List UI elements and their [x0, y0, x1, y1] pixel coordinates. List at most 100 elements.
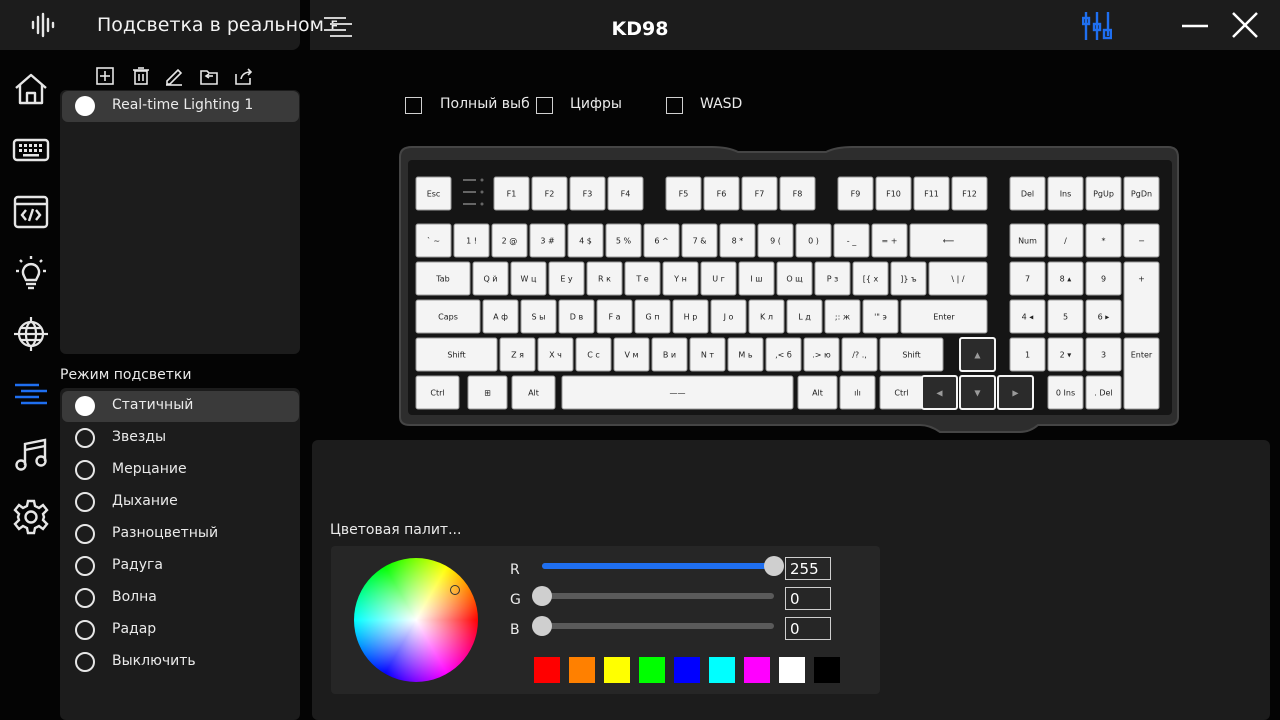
- minimize-button[interactable]: [1180, 14, 1210, 38]
- keyboard-key-label: 4 $: [579, 237, 592, 246]
- keyboard-key-label: 4 ◂: [1022, 313, 1034, 322]
- red-label: R: [510, 562, 520, 578]
- keyboard-layout: Esc F1 F2 F3 F4 F5 F6 F7 F8 F9 F10 F11 F12 Del Ins PgUp…: [399, 146, 1179, 433]
- mode-radio[interactable]: [75, 620, 95, 640]
- color-wheel[interactable]: [354, 558, 478, 682]
- mode-radio[interactable]: [75, 460, 95, 480]
- mode-option-breathing[interactable]: Дыхание: [62, 487, 299, 518]
- mode-radio[interactable]: [75, 524, 95, 544]
- blue-value-input[interactable]: 0: [785, 617, 831, 640]
- keyboard-key-label: '" э: [874, 313, 887, 322]
- keyboard-key-label: Y н: [673, 275, 687, 284]
- lighting-icon[interactable]: [12, 254, 50, 292]
- mode-label: Статичный: [112, 397, 194, 413]
- mode-radio[interactable]: [75, 396, 95, 416]
- color-swatch[interactable]: [604, 657, 630, 683]
- mode-option-stars[interactable]: Звезды: [62, 423, 299, 454]
- page-title: Подсветка в реальном вр...: [97, 14, 337, 36]
- keyboard-key-label: 0 ): [808, 237, 819, 246]
- wasd-checkbox[interactable]: [666, 97, 683, 114]
- mode-radio[interactable]: [75, 588, 95, 608]
- globe-icon[interactable]: [12, 315, 50, 353]
- keyboard-key-label: S ы: [532, 313, 546, 322]
- mode-radio[interactable]: [75, 556, 95, 576]
- keyboard-key-label: ▶: [1012, 389, 1019, 398]
- wasd-label: WASD: [700, 96, 743, 112]
- close-button[interactable]: [1230, 10, 1260, 40]
- mode-option-radar[interactable]: Радар: [62, 615, 299, 646]
- macro-icon[interactable]: [12, 193, 50, 231]
- keyboard-icon[interactable]: [12, 131, 50, 169]
- keyboard-key-label: [{ х: [863, 275, 879, 284]
- color-wheel-marker[interactable]: [450, 585, 460, 595]
- keyboard-key[interactable]: [1123, 261, 1160, 334]
- color-swatch[interactable]: [674, 657, 700, 683]
- menu-icon[interactable]: [322, 14, 354, 38]
- color-palette-title: Цветовая палит...: [330, 522, 462, 538]
- color-swatch[interactable]: [744, 657, 770, 683]
- mode-option-static[interactable]: Статичный: [62, 391, 299, 422]
- realtime-lighting-icon[interactable]: [12, 376, 50, 414]
- blue-label: B: [510, 622, 520, 638]
- color-swatch[interactable]: [534, 657, 560, 683]
- color-swatch[interactable]: [814, 657, 840, 683]
- mode-option-multicolor[interactable]: Разноцветный: [62, 519, 299, 550]
- keyboard-key-label: J о: [723, 313, 734, 322]
- keyboard-key-label: ▼: [974, 389, 981, 398]
- keyboard-key[interactable]: [1123, 337, 1160, 410]
- green-label: G: [510, 592, 521, 608]
- delete-icon[interactable]: [131, 66, 151, 86]
- mode-option-rainbow[interactable]: Радуга: [62, 551, 299, 582]
- mode-option-flicker[interactable]: Мерцание: [62, 455, 299, 486]
- keyboard-key-label: F12: [962, 190, 977, 199]
- keyboard-key-label: ,< б: [775, 351, 792, 360]
- color-swatch[interactable]: [779, 657, 805, 683]
- keyboard-key-label: PgDn: [1131, 190, 1152, 199]
- edit-icon[interactable]: [164, 66, 184, 86]
- music-icon[interactable]: [12, 437, 50, 475]
- keyboard-key-label: G п: [646, 313, 660, 322]
- add-icon[interactable]: [95, 66, 115, 86]
- red-value-input[interactable]: 255: [785, 557, 831, 580]
- keyboard-key-label: ⟵: [943, 237, 955, 246]
- mode-option-off[interactable]: Выключить: [62, 647, 299, 678]
- profile-radio[interactable]: [75, 96, 95, 116]
- mode-label: Радуга: [112, 557, 163, 573]
- blue-slider[interactable]: [542, 623, 774, 629]
- mode-option-wave[interactable]: Волна: [62, 583, 299, 614]
- keyboard-key-label: Z я: [511, 351, 524, 360]
- color-swatch[interactable]: [569, 657, 595, 683]
- green-slider-thumb[interactable]: [532, 586, 552, 606]
- keyboard-key-label: F9: [851, 190, 861, 199]
- import-icon[interactable]: [199, 66, 219, 86]
- color-swatch[interactable]: [639, 657, 665, 683]
- keyboard-key-label: ` ~: [427, 236, 440, 246]
- keyboard-key-label: M ь: [738, 351, 752, 360]
- settings-icon[interactable]: [12, 498, 50, 536]
- keyboard-key-label: 8 *: [732, 237, 744, 246]
- keyboard-key-label: 9 (: [770, 237, 781, 246]
- keyboard-key-label: ;: ж: [835, 313, 850, 322]
- keyboard-key-label: +: [1138, 275, 1145, 284]
- mode-radio[interactable]: [75, 428, 95, 448]
- keyboard-key-label: 1 !: [466, 237, 477, 246]
- numbers-checkbox[interactable]: [536, 97, 553, 114]
- green-slider[interactable]: [542, 593, 774, 599]
- keyboard-key-label: Del: [1021, 190, 1034, 199]
- keyboard-key-label: O щ: [786, 275, 803, 284]
- home-icon[interactable]: [12, 70, 50, 108]
- color-swatch[interactable]: [709, 657, 735, 683]
- red-slider[interactable]: [542, 563, 774, 569]
- keyboard-key-label: . Del: [1094, 389, 1112, 398]
- green-value-input[interactable]: 0: [785, 587, 831, 610]
- red-slider-thumb[interactable]: [764, 556, 784, 576]
- mode-radio[interactable]: [75, 492, 95, 512]
- keyboard-key-label: P з: [827, 275, 839, 284]
- export-icon[interactable]: [234, 66, 254, 86]
- blue-slider-thumb[interactable]: [532, 616, 552, 636]
- select-all-checkbox[interactable]: [405, 97, 422, 114]
- keyboard-key-label: T е: [635, 275, 648, 284]
- keyboard-key-label: E у: [560, 275, 573, 284]
- keyboard-key-label: Ins: [1060, 190, 1072, 199]
- mode-radio[interactable]: [75, 652, 95, 672]
